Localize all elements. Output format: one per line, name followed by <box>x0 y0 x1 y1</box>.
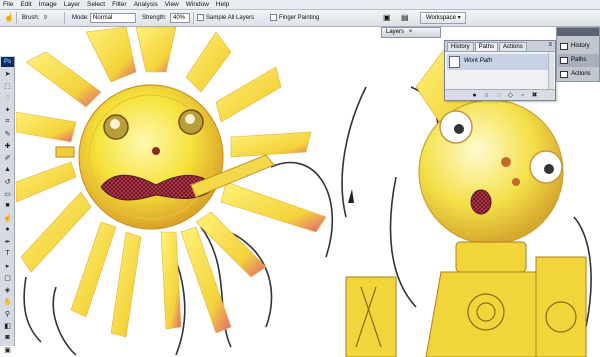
eraser-tool-icon[interactable]: ▭ <box>2 188 13 199</box>
workspace-button[interactable]: Workspace ▾ <box>420 12 466 24</box>
path-row-label: Work Path <box>464 58 493 64</box>
character-body <box>345 241 587 357</box>
zoom-tool-icon[interactable]: ⚲ <box>2 308 13 319</box>
dock-header[interactable] <box>557 28 599 36</box>
menu-bar: File Edit Image Layer Select Filter Anal… <box>0 0 600 10</box>
sample-all-layers-label: Sample All Layers <box>206 15 255 21</box>
tools-panel: Ps ➤ ⬚ ◌ ✦ ⌗ ✎ ✚ ✐ ▲ ↺ ▭ ■ ☝ ● ✒ T ▸ ▢ ◈… <box>0 56 15 354</box>
panel-menu-icon[interactable]: ≡ <box>548 42 552 48</box>
ps-logo: Ps <box>1 57 14 67</box>
shape-tool-icon[interactable]: ▢ <box>2 272 13 283</box>
quick-mask-icon[interactable]: ◙ <box>2 332 13 343</box>
brush-tool-icon[interactable]: ✐ <box>2 152 13 163</box>
finger-painting-checkbox[interactable] <box>270 14 277 21</box>
tab-paths[interactable]: Paths <box>474 42 499 51</box>
panel-dock: History Paths Actions <box>556 27 600 82</box>
move-tool-icon[interactable]: ➤ <box>2 68 13 79</box>
paths-panel: History Paths Actions ≡ Work Path ● ○ ◌ … <box>444 40 556 101</box>
menu-layer[interactable]: Layer <box>64 0 80 10</box>
divider <box>64 12 65 24</box>
menu-help[interactable]: Help <box>216 0 229 10</box>
bridge-icon[interactable]: ▣ <box>383 13 391 23</box>
character-mouth <box>470 189 492 215</box>
strength-input[interactable]: 40% <box>170 13 190 23</box>
healing-tool-icon[interactable]: ✚ <box>2 140 13 151</box>
divider <box>16 12 17 24</box>
menu-view[interactable]: View <box>165 0 179 10</box>
panel-scrollbar[interactable] <box>548 53 554 89</box>
mode-select[interactable]: Normal <box>90 13 136 23</box>
3d-rotate-tool-icon[interactable]: ◈ <box>2 284 13 295</box>
dock-item-history[interactable]: History <box>558 40 599 53</box>
dock-item-actions[interactable]: Actions <box>558 68 599 81</box>
sun-bracket <box>55 146 75 158</box>
tab-actions[interactable]: Actions <box>499 42 527 51</box>
history-brush-tool-icon[interactable]: ↺ <box>2 176 13 187</box>
dodge-tool-icon[interactable]: ● <box>2 224 13 235</box>
menu-select[interactable]: Select <box>87 0 105 10</box>
actions-icon <box>560 71 568 78</box>
path-selection-tool-icon[interactable]: ▸ <box>2 260 13 271</box>
gradient-tool-icon[interactable]: ■ <box>2 200 13 211</box>
menu-window[interactable]: Window <box>186 0 209 10</box>
menu-file[interactable]: File <box>3 0 13 10</box>
tab-history[interactable]: History <box>447 42 474 51</box>
paths-icon <box>560 57 568 64</box>
dock-item-label: History <box>571 43 590 49</box>
strength-label: Strength: <box>142 15 167 21</box>
dock-item-label: Paths <box>571 57 587 63</box>
menu-filter[interactable]: Filter <box>112 0 126 10</box>
brush-label: Brush: <box>22 15 40 21</box>
smudge-tool-icon[interactable]: ☝ <box>4 13 14 23</box>
sun-nose <box>152 147 160 155</box>
finger-painting-label: Finger Painting <box>279 15 320 21</box>
sample-all-layers-checkbox[interactable] <box>197 14 204 21</box>
stamp-tool-icon[interactable]: ▲ <box>2 164 13 175</box>
crop-tool-icon[interactable]: ⌗ <box>2 116 13 127</box>
screen-mode-icon[interactable]: ▣ <box>2 344 13 355</box>
smudge-tool-icon[interactable]: ☝ <box>2 212 13 223</box>
menu-analysis[interactable]: Analysis <box>134 0 158 10</box>
fill-path-icon[interactable]: ● <box>471 92 478 99</box>
magic-wand-tool-icon[interactable]: ✦ <box>2 104 13 115</box>
eyedropper-tool-icon[interactable]: ✎ <box>2 128 13 139</box>
menu-edit[interactable]: Edit <box>20 0 31 10</box>
panel-footer: ● ○ ◌ ◇ ▫ ✖ <box>445 89 555 100</box>
dock-item-label: Actions <box>571 71 591 77</box>
type-tool-icon[interactable]: T <box>2 248 13 259</box>
layers-tab[interactable]: Layers × <box>381 27 441 38</box>
close-icon[interactable]: × <box>409 29 413 35</box>
workspace-label: Workspace <box>426 15 456 21</box>
panel-tabs: History Paths Actions <box>445 41 555 52</box>
path-row-work-path[interactable]: Work Path <box>447 54 549 70</box>
layers-tab-label: Layers <box>386 29 405 35</box>
load-selection-icon[interactable]: ◌ <box>495 92 502 99</box>
options-bar: ☝ Brush: 9 Mode: Normal Strength: 40% Sa… <box>0 10 600 27</box>
make-work-path-icon[interactable]: ◇ <box>507 92 514 99</box>
character-nose-dot <box>501 157 511 167</box>
history-icon <box>560 43 568 50</box>
divider <box>193 12 194 24</box>
hand-tool-icon[interactable]: ✋ <box>2 296 13 307</box>
menu-image[interactable]: Image <box>39 0 57 10</box>
path-thumbnail <box>449 56 460 68</box>
delete-path-icon[interactable]: ✖ <box>531 92 538 99</box>
lasso-tool-icon[interactable]: ◌ <box>2 92 13 103</box>
marquee-tool-icon[interactable]: ⬚ <box>2 80 13 91</box>
pen-tool-icon[interactable]: ✒ <box>2 236 13 247</box>
screen-mode-icon[interactable]: ▤ <box>401 13 409 23</box>
stroke-path-icon[interactable]: ○ <box>483 92 490 99</box>
new-path-icon[interactable]: ▫ <box>519 92 526 99</box>
sun-face <box>78 84 224 230</box>
mode-label: Mode: <box>72 15 89 21</box>
ink-drop <box>348 189 354 203</box>
color-swatches-icon[interactable]: ◧ <box>2 320 13 331</box>
brush-size-picker[interactable]: 9 <box>44 13 47 23</box>
dock-item-paths[interactable]: Paths <box>558 54 599 67</box>
